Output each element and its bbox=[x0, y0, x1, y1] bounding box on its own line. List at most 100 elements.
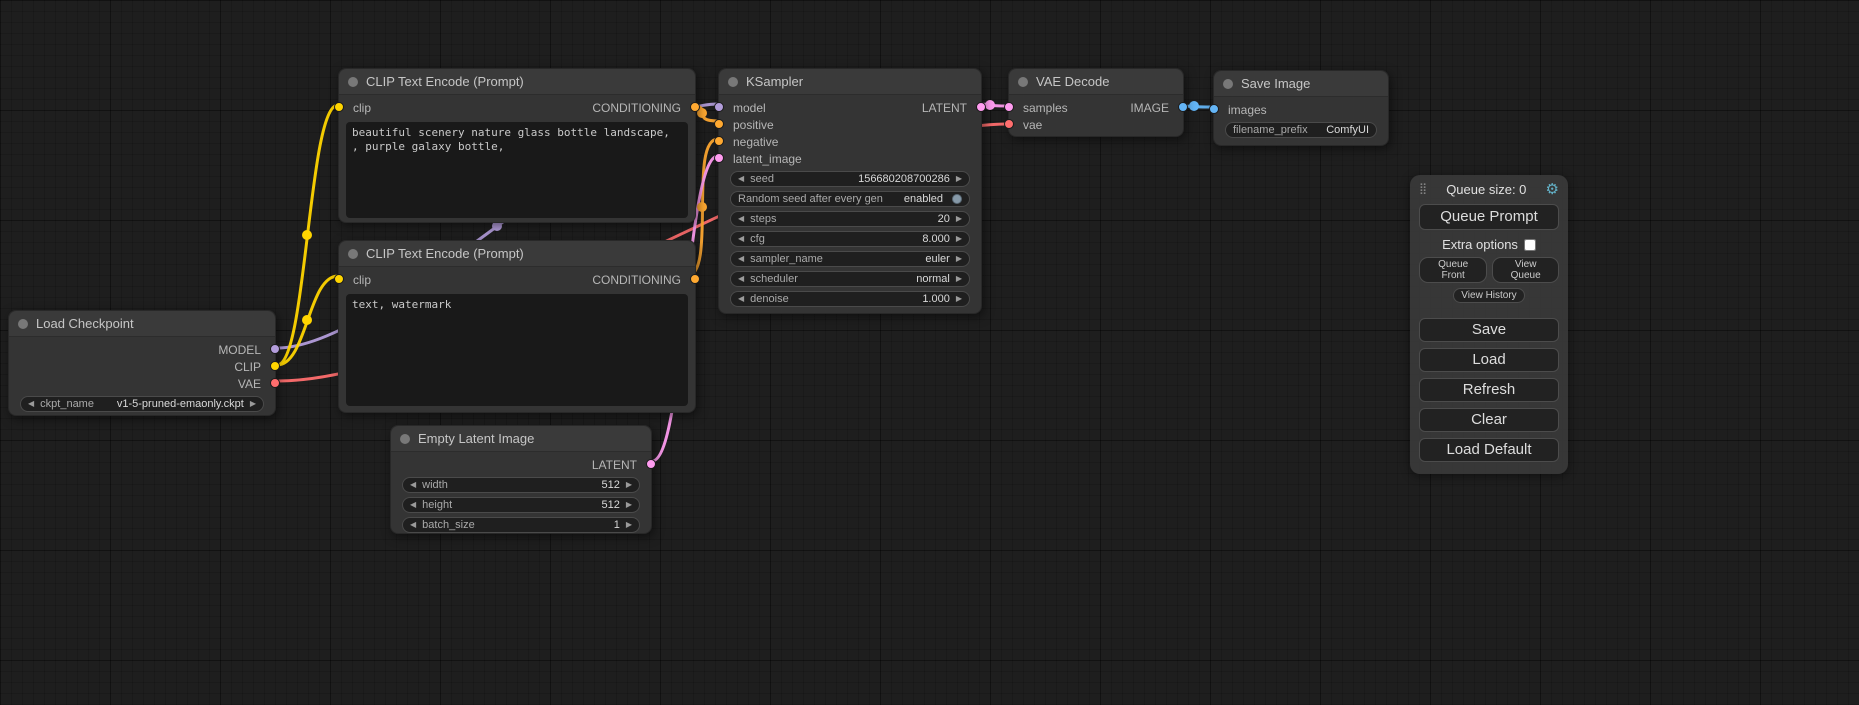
settings-gear-icon[interactable]: ⚙ bbox=[1546, 182, 1559, 197]
widget-random-seed-toggle[interactable]: Random seed after every gen enabled bbox=[730, 191, 970, 207]
collapse-dot-icon[interactable] bbox=[348, 77, 358, 87]
increment-arrow-icon[interactable]: ▶ bbox=[956, 175, 962, 183]
refresh-button[interactable]: Refresh bbox=[1419, 378, 1559, 402]
node-clip-text-encode-positive[interactable]: CLIP Text Encode (Prompt) clip CONDITION… bbox=[338, 68, 696, 223]
output-slot-image[interactable] bbox=[1178, 102, 1188, 112]
node-title: VAE Decode bbox=[1036, 74, 1109, 89]
negative-prompt-textarea[interactable]: text, watermark bbox=[346, 294, 688, 406]
node-title-bar[interactable]: VAE Decode bbox=[1009, 69, 1183, 95]
collapse-dot-icon[interactable] bbox=[1018, 77, 1028, 87]
decrement-arrow-icon[interactable]: ◀ bbox=[738, 235, 744, 243]
queue-prompt-button[interactable]: Queue Prompt bbox=[1419, 204, 1559, 230]
output-slot-clip[interactable] bbox=[270, 361, 280, 371]
node-title-bar[interactable]: Save Image bbox=[1214, 71, 1388, 97]
positive-prompt-textarea[interactable]: beautiful scenery nature glass bottle la… bbox=[346, 122, 688, 218]
increment-arrow-icon[interactable]: ▶ bbox=[956, 295, 962, 303]
widget-sampler-name[interactable]: ◀ sampler_name euler ▶ bbox=[730, 251, 970, 267]
increment-arrow-icon[interactable]: ▶ bbox=[956, 275, 962, 283]
widget-value: enabled bbox=[904, 193, 943, 205]
input-label: images bbox=[1228, 103, 1267, 117]
node-title-bar[interactable]: CLIP Text Encode (Prompt) bbox=[339, 241, 695, 267]
node-title-bar[interactable]: KSampler bbox=[719, 69, 981, 95]
decrement-arrow-icon[interactable]: ◀ bbox=[738, 175, 744, 183]
output-label: MODEL bbox=[218, 343, 261, 357]
input-slot-latent-image[interactable] bbox=[714, 153, 724, 163]
collapse-dot-icon[interactable] bbox=[400, 434, 410, 444]
decrement-arrow-icon[interactable]: ◀ bbox=[738, 275, 744, 283]
widget-filename-prefix[interactable]: filename_prefix ComfyUI bbox=[1225, 122, 1377, 138]
node-load-checkpoint[interactable]: Load Checkpoint MODEL CLIP VAE ◀ ckpt_na… bbox=[8, 310, 276, 416]
clear-button[interactable]: Clear bbox=[1419, 408, 1559, 432]
node-graph-canvas[interactable]: Load Checkpoint MODEL CLIP VAE ◀ ckpt_na… bbox=[0, 0, 1859, 705]
decrement-arrow-icon[interactable]: ◀ bbox=[28, 400, 34, 408]
widget-height[interactable]: ◀ height 512 ▶ bbox=[402, 497, 640, 513]
wire-clip-to-positive bbox=[277, 105, 338, 365]
collapse-dot-icon[interactable] bbox=[1223, 79, 1233, 89]
input-slot-vae[interactable] bbox=[1004, 119, 1014, 129]
widget-scheduler[interactable]: ◀ scheduler normal ▶ bbox=[730, 271, 970, 287]
view-queue-button[interactable]: View Queue bbox=[1492, 257, 1559, 283]
input-slot-negative[interactable] bbox=[714, 136, 724, 146]
toggle-dot-icon[interactable] bbox=[952, 194, 962, 204]
output-slot-latent[interactable] bbox=[976, 102, 986, 112]
node-ksampler[interactable]: KSampler model LATENT positive negative … bbox=[718, 68, 982, 314]
load-button[interactable]: Load bbox=[1419, 348, 1559, 372]
increment-arrow-icon[interactable]: ▶ bbox=[626, 481, 632, 489]
output-label: CONDITIONING bbox=[592, 101, 681, 115]
decrement-arrow-icon[interactable]: ◀ bbox=[738, 215, 744, 223]
input-slot-clip[interactable] bbox=[334, 274, 344, 284]
decrement-arrow-icon[interactable]: ◀ bbox=[410, 501, 416, 509]
node-vae-decode[interactable]: VAE Decode samples IMAGE vae bbox=[1008, 68, 1184, 137]
output-slot-vae[interactable] bbox=[270, 378, 280, 388]
decrement-arrow-icon[interactable]: ◀ bbox=[410, 521, 416, 529]
queue-front-button[interactable]: Queue Front bbox=[1419, 257, 1487, 283]
node-save-image[interactable]: Save Image images filename_prefix ComfyU… bbox=[1213, 70, 1389, 146]
view-history-button[interactable]: View History bbox=[1453, 288, 1524, 303]
node-title: Load Checkpoint bbox=[36, 316, 134, 331]
input-slot-clip[interactable] bbox=[334, 102, 344, 112]
widget-label: sampler_name bbox=[750, 253, 823, 265]
output-slot-model[interactable] bbox=[270, 344, 280, 354]
node-empty-latent-image[interactable]: Empty Latent Image LATENT ◀ width 512 ▶ … bbox=[390, 425, 652, 534]
node-title-bar[interactable]: Empty Latent Image bbox=[391, 426, 651, 452]
widget-value: 1 bbox=[614, 519, 620, 531]
output-slot-latent[interactable] bbox=[646, 459, 656, 469]
collapse-dot-icon[interactable] bbox=[18, 319, 28, 329]
decrement-arrow-icon[interactable]: ◀ bbox=[738, 295, 744, 303]
collapse-dot-icon[interactable] bbox=[348, 249, 358, 259]
increment-arrow-icon[interactable]: ▶ bbox=[956, 255, 962, 263]
wire-midpoint-dot bbox=[302, 315, 312, 325]
save-button[interactable]: Save bbox=[1419, 318, 1559, 342]
extra-options-checkbox[interactable] bbox=[1524, 239, 1536, 251]
node-clip-text-encode-negative[interactable]: CLIP Text Encode (Prompt) clip CONDITION… bbox=[338, 240, 696, 413]
output-slot-conditioning[interactable] bbox=[690, 274, 700, 284]
widget-width[interactable]: ◀ width 512 ▶ bbox=[402, 477, 640, 493]
increment-arrow-icon[interactable]: ▶ bbox=[956, 215, 962, 223]
input-slot-images[interactable] bbox=[1209, 104, 1219, 114]
widget-cfg[interactable]: ◀ cfg 8.000 ▶ bbox=[730, 231, 970, 247]
widget-label: width bbox=[422, 479, 448, 491]
increment-arrow-icon[interactable]: ▶ bbox=[250, 400, 256, 408]
output-label: CLIP bbox=[234, 360, 261, 374]
wire-clip-to-negative bbox=[277, 276, 338, 365]
widget-seed[interactable]: ◀ seed 156680208700286 ▶ bbox=[730, 171, 970, 187]
widget-denoise[interactable]: ◀ denoise 1.000 ▶ bbox=[730, 291, 970, 307]
collapse-dot-icon[interactable] bbox=[728, 77, 738, 87]
widget-batch-size[interactable]: ◀ batch_size 1 ▶ bbox=[402, 517, 640, 533]
output-slot-conditioning[interactable] bbox=[690, 102, 700, 112]
load-default-button[interactable]: Load Default bbox=[1419, 438, 1559, 462]
widget-steps[interactable]: ◀ steps 20 ▶ bbox=[730, 211, 970, 227]
input-slot-positive[interactable] bbox=[714, 119, 724, 129]
increment-arrow-icon[interactable]: ▶ bbox=[626, 521, 632, 529]
increment-arrow-icon[interactable]: ▶ bbox=[626, 501, 632, 509]
input-slot-model[interactable] bbox=[714, 102, 724, 112]
node-title-bar[interactable]: CLIP Text Encode (Prompt) bbox=[339, 69, 695, 95]
decrement-arrow-icon[interactable]: ◀ bbox=[738, 255, 744, 263]
decrement-arrow-icon[interactable]: ◀ bbox=[410, 481, 416, 489]
widget-ckpt-name[interactable]: ◀ ckpt_name v1-5-pruned-emaonly.ckpt ▶ bbox=[20, 396, 264, 412]
output-label: CONDITIONING bbox=[592, 273, 681, 287]
drag-handle-icon[interactable]: ⣿ bbox=[1419, 184, 1427, 195]
increment-arrow-icon[interactable]: ▶ bbox=[956, 235, 962, 243]
input-slot-samples[interactable] bbox=[1004, 102, 1014, 112]
node-title-bar[interactable]: Load Checkpoint bbox=[9, 311, 275, 337]
